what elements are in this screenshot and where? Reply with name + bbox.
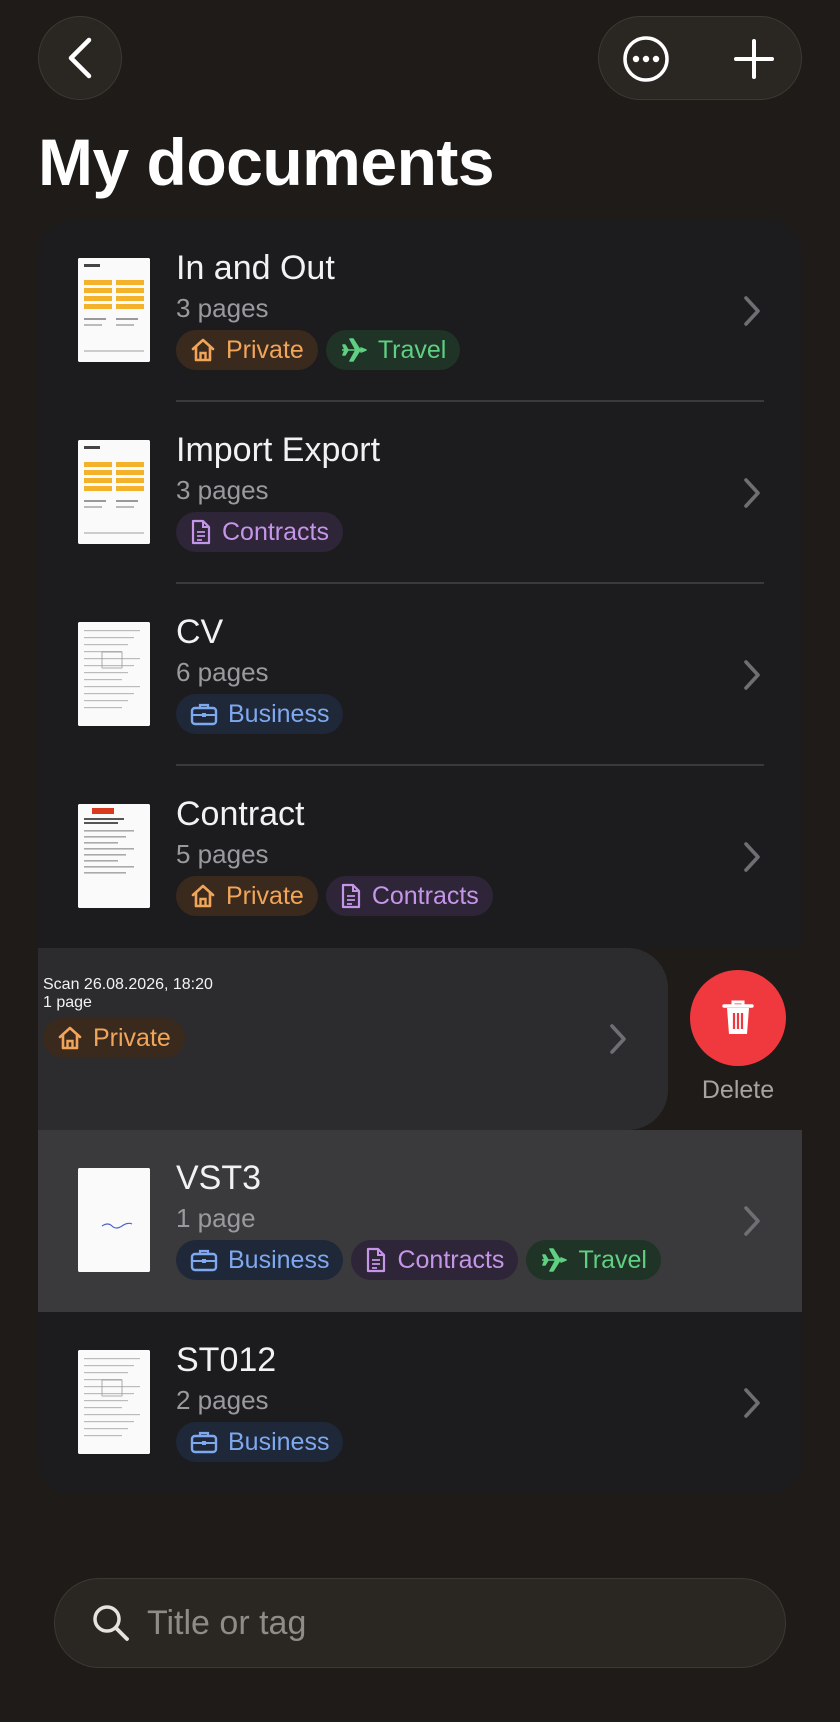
document-title: CV [176, 613, 224, 651]
briefcase-icon [190, 702, 218, 726]
tag-list: Contracts [176, 512, 380, 552]
tag-label: Travel [377, 335, 447, 364]
document-info: VST3 1 page Business Contracts Travel [176, 1158, 661, 1280]
document-thumbnail [78, 258, 150, 362]
document-thumbnail [78, 1350, 150, 1454]
list-item[interactable]: In and Out 3 pages Private Travel [38, 220, 802, 402]
document-info: CV 6 pages Business [176, 612, 344, 734]
tag-label: Contracts [222, 517, 329, 546]
tag-private[interactable]: Private [176, 330, 318, 370]
top-bar [0, 0, 840, 110]
tag-label: Business [228, 1245, 330, 1274]
list-item[interactable]: CV 6 pages Business [38, 584, 802, 766]
delete-button[interactable] [690, 970, 786, 1066]
chevron-right-icon [744, 842, 760, 872]
more-button[interactable] [621, 34, 671, 84]
tag-contracts[interactable]: Contracts [176, 512, 343, 552]
trash-icon [722, 1000, 754, 1034]
tag-list: Private [43, 1018, 213, 1058]
tag-contracts[interactable]: Contracts [351, 1240, 519, 1280]
document-thumbnail [78, 1168, 150, 1272]
actions-pill [598, 16, 802, 100]
tag-private[interactable]: Private [43, 1018, 185, 1058]
page-count: 3 pages [176, 293, 269, 323]
tag-label: Contracts [397, 1245, 505, 1274]
document-title: In and Out [176, 249, 335, 287]
briefcase-icon [190, 1248, 218, 1272]
list-item[interactable]: Contract 5 pages Private Contracts [38, 766, 802, 948]
document-title: Import Export [176, 431, 381, 469]
document-icon [365, 1247, 387, 1273]
page-count: 2 pages [176, 1385, 269, 1415]
plus-icon [734, 39, 774, 79]
delete-label: Delete [701, 1076, 775, 1104]
tag-business[interactable]: Business [176, 1240, 344, 1280]
tag-label: Contracts [371, 881, 479, 910]
chevron-right-icon [744, 478, 760, 508]
tag-label: Private [93, 1023, 171, 1052]
list-item[interactable]: Scan 26.08.2026, 18:20 1 page Private [38, 948, 668, 1130]
document-icon [340, 883, 362, 909]
list-item[interactable]: Import Export 3 pages Contracts [38, 402, 802, 584]
tag-list: Business [176, 1422, 344, 1462]
page-title: My documents [38, 125, 495, 199]
document-title: Contract [176, 795, 305, 833]
house-icon [190, 883, 216, 909]
airplane-icon [540, 1247, 568, 1273]
page-count: 3 pages [176, 475, 269, 505]
ellipsis-circle-icon [623, 36, 669, 82]
back-button[interactable] [38, 16, 122, 100]
document-info: Scan 26.08.2026, 18:20 1 page Private [43, 976, 213, 1058]
tag-label: Private [226, 335, 304, 364]
chevron-right-icon [744, 296, 760, 326]
chevron-right-icon [744, 1388, 760, 1418]
search-icon [93, 1605, 129, 1641]
document-icon [190, 519, 212, 545]
search-input[interactable] [147, 1597, 747, 1649]
document-title: VST3 [176, 1159, 262, 1197]
document-title: ST012 [176, 1341, 277, 1379]
tag-list: Private Contracts [176, 876, 493, 916]
delete-action[interactable]: Delete [688, 970, 788, 1105]
add-button[interactable] [729, 34, 779, 84]
briefcase-icon [190, 1430, 218, 1454]
page-count: 5 pages [176, 839, 269, 869]
tag-label: Private [226, 881, 304, 910]
tag-label: Business [228, 699, 330, 728]
document-title: Scan 26.08.2026, 18:20 [43, 976, 213, 993]
tag-business[interactable]: Business [176, 694, 344, 734]
tag-travel[interactable]: Travel [325, 330, 461, 370]
search-bar[interactable] [54, 1578, 786, 1668]
list-item[interactable]: ST012 2 pages Business [38, 1312, 802, 1494]
tag-list: Business Contracts Travel [176, 1240, 661, 1280]
page-count: 1 page [176, 1203, 256, 1233]
chevron-right-icon [744, 660, 760, 690]
document-info: Import Export 3 pages Contracts [176, 430, 380, 552]
list-item[interactable]: VST3 1 page Business Contracts Travel [38, 1130, 802, 1312]
chevron-right-icon [744, 1206, 760, 1236]
house-icon [190, 337, 216, 363]
documents-list: In and Out 3 pages Private Travel Import Exp… [38, 220, 802, 1494]
document-thumbnail [78, 804, 150, 908]
tag-business[interactable]: Business [176, 1422, 344, 1462]
airplane-icon [340, 337, 368, 363]
tag-list: Private Travel [176, 330, 461, 370]
page-count: 6 pages [176, 657, 269, 687]
tag-travel[interactable]: Travel [526, 1240, 661, 1280]
chevron-left-icon [68, 37, 92, 79]
tag-label: Business [228, 1427, 330, 1456]
chevron-right-icon [610, 1024, 626, 1054]
document-info: Contract 5 pages Private Contracts [176, 794, 493, 916]
document-thumbnail [78, 622, 150, 726]
tag-list: Business [176, 694, 344, 734]
document-info: ST012 2 pages Business [176, 1340, 344, 1462]
tag-label: Travel [578, 1245, 647, 1274]
tag-contracts[interactable]: Contracts [325, 876, 493, 916]
document-info: In and Out 3 pages Private Travel [176, 248, 461, 370]
document-thumbnail [78, 440, 150, 544]
tag-private[interactable]: Private [176, 876, 318, 916]
page-count: 1 page [43, 994, 92, 1011]
house-icon [57, 1025, 83, 1051]
